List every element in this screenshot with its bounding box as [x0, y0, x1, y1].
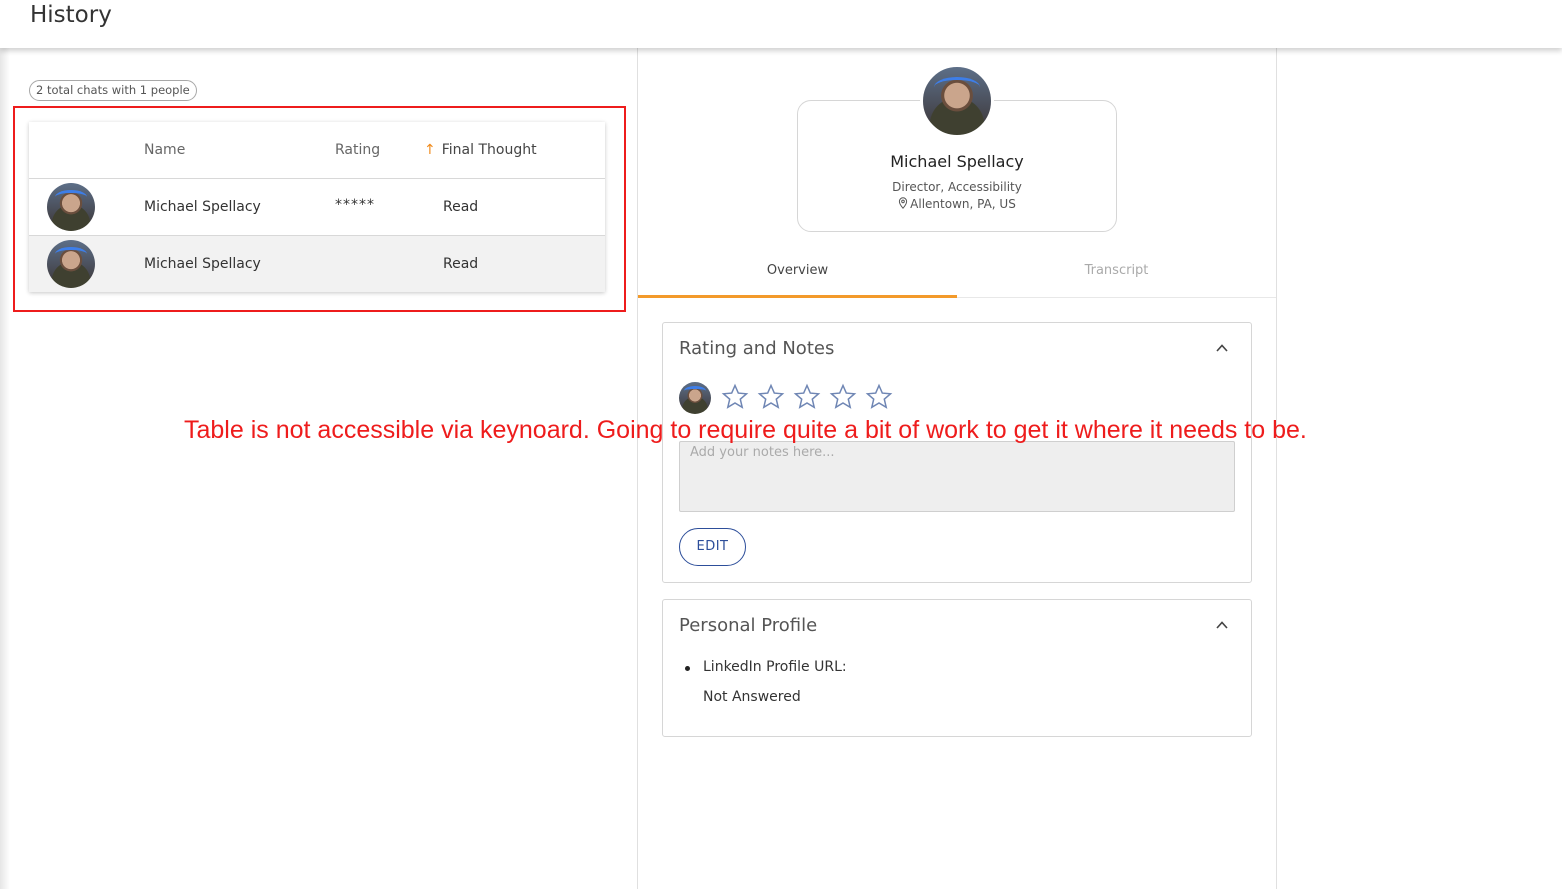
bullet-icon: [685, 666, 690, 671]
annotation-highlight-box: [13, 106, 626, 312]
linkedin-value: Not Answered: [703, 689, 801, 705]
star-icon[interactable]: [829, 383, 857, 411]
annotation-note: Table is not accessible via keynoard. Go…: [184, 416, 1307, 444]
star-icon[interactable]: [793, 383, 821, 411]
profile-avatar: [920, 64, 994, 138]
profile-title: Director, Accessibility: [892, 180, 1022, 194]
top-bar: History: [0, 0, 1562, 48]
linkedin-label: LinkedIn Profile URL:: [703, 659, 847, 675]
edit-button[interactable]: EDIT: [679, 528, 746, 566]
profile-name: Michael Spellacy: [890, 152, 1024, 171]
notes-placeholder: Add your notes here...: [690, 445, 835, 460]
left-edge-shadow: [0, 48, 10, 889]
star-icon[interactable]: [865, 383, 893, 411]
page-title: History: [30, 2, 112, 28]
chevron-up-icon[interactable]: [1215, 341, 1229, 355]
profile-location-text: Allentown, PA, US: [910, 197, 1016, 211]
tab-transcript[interactable]: Transcript: [957, 250, 1276, 298]
tab-overview[interactable]: Overview: [638, 250, 957, 298]
star-icon[interactable]: [721, 383, 749, 411]
rating-notes-title: Rating and Notes: [679, 338, 835, 359]
personal-profile-panel: Personal Profile LinkedIn Profile URL: N…: [662, 599, 1252, 737]
chevron-up-icon[interactable]: [1215, 618, 1229, 632]
column-divider: [637, 48, 638, 889]
profile-location: Allentown, PA, US: [798, 197, 1116, 211]
personal-profile-title: Personal Profile: [679, 615, 818, 636]
avatar: [679, 382, 711, 414]
notes-textarea[interactable]: Add your notes here...: [679, 441, 1235, 512]
rating-notes-panel: Rating and Notes Add your notes here... …: [662, 322, 1252, 583]
column-divider: [1276, 48, 1277, 889]
star-icon[interactable]: [757, 383, 785, 411]
detail-tabs: Overview Transcript: [638, 250, 1276, 298]
location-pin-icon: [899, 197, 908, 209]
chat-count-chip: 2 total chats with 1 people: [29, 80, 197, 101]
